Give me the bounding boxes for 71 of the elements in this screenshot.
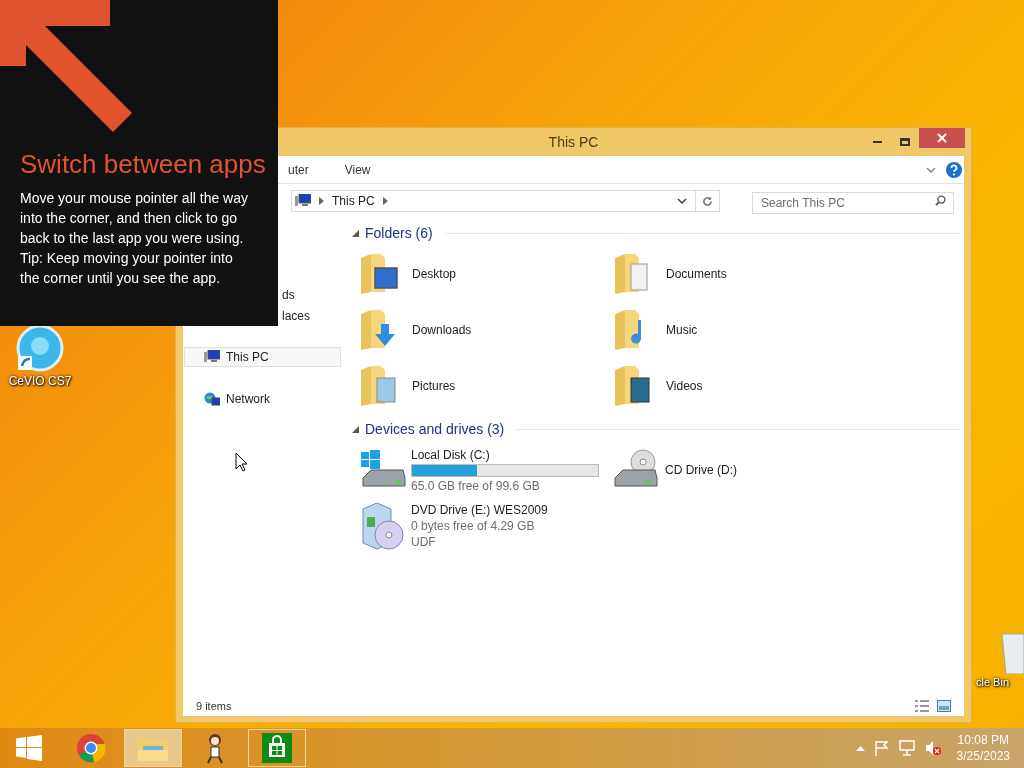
folder-tile[interactable]: Desktop <box>359 246 613 302</box>
breadcrumb-item[interactable]: This PC <box>332 192 375 210</box>
chrome-logo-icon <box>76 733 106 763</box>
nav-pane-item[interactable]: This PC <box>184 347 341 367</box>
folder-icon <box>359 364 399 408</box>
triangle-icon <box>351 425 359 433</box>
chevron-down-icon[interactable] <box>677 198 687 204</box>
ribbon-tab[interactable]: View <box>344 160 371 179</box>
folder-tile[interactable]: Music <box>613 302 960 358</box>
collapse-toggle[interactable] <box>351 425 359 433</box>
tip-title: Switch between apps <box>20 148 267 180</box>
folder-name: Pictures <box>412 378 456 395</box>
clock-time: 10:08 PM <box>957 732 1009 748</box>
ribbon-tab[interactable]: uter <box>288 160 309 179</box>
folder-tile[interactable]: Downloads <box>359 302 613 358</box>
close-icon <box>937 133 947 143</box>
close-button[interactable] <box>919 128 965 148</box>
nav-pane-item[interactable]: Network <box>184 389 341 409</box>
drive-name: Local Disk (C:) <box>411 446 491 463</box>
help-icon[interactable] <box>946 161 962 178</box>
folder-name: Music <box>666 322 698 339</box>
breadcrumb-arrow-icon[interactable] <box>319 197 324 205</box>
network-icon <box>204 392 220 406</box>
folder-name: Videos <box>666 378 703 395</box>
window-title: This PC <box>548 132 599 152</box>
folder-tile[interactable]: Documents <box>613 246 960 302</box>
computer-icon <box>204 350 220 364</box>
address-bar[interactable]: This PC <box>291 190 720 212</box>
windows-logo-icon <box>16 735 42 761</box>
store-bag-icon <box>262 733 292 763</box>
folder-name: Documents <box>666 266 727 283</box>
muted-speaker-icon[interactable] <box>924 740 941 756</box>
drive-name: DVD Drive (E:) WES2009 <box>411 502 548 518</box>
triangle-icon <box>351 229 359 237</box>
dvd-box-icon <box>359 501 407 551</box>
drive-name: CD Drive (D:) <box>665 462 737 478</box>
drive-detail: 65.0 GB free of 99.6 GB <box>411 477 541 494</box>
folder-icon <box>613 364 653 408</box>
network-status-icon[interactable] <box>898 740 915 756</box>
mouse-pointer-icon <box>235 452 248 472</box>
folder-name: Desktop <box>412 266 457 283</box>
tip-text: Move your mouse pointer all the way into the corner, and then click to go back to the last app you were using. <box>20 189 249 248</box>
drive-tile[interactable]: Local Disk (C:) 65.0 GB free of 99.6 GB <box>359 442 613 498</box>
nav-pane-item[interactable]: ds <box>280 285 298 305</box>
drive-tile[interactable]: CD Drive (D:) <box>613 442 960 498</box>
nav-pane-item[interactable]: laces <box>280 306 313 326</box>
collapse-toggle[interactable] <box>351 229 359 237</box>
taskbar-button[interactable] <box>248 729 306 767</box>
large-icons-view-icon[interactable] <box>937 700 951 712</box>
search-field[interactable]: Search This PC <box>752 192 954 214</box>
drive-detail: UDF <box>411 534 437 550</box>
drive-tile[interactable]: DVD Drive (E:) WES2009 0 bytes free of 4.29 GB UDF <box>359 498 613 554</box>
clock-date: 3/25/2023 <box>956 748 1010 764</box>
details-view-icon[interactable] <box>915 700 929 712</box>
status-text: 9 items <box>196 698 232 714</box>
folder-tile[interactable]: Videos <box>613 358 960 414</box>
folder-name: Downloads <box>412 322 472 339</box>
tip-hint: Tip: Keep moving your pointer into the corner until you see the app. <box>20 249 234 288</box>
arrow-icon <box>0 0 132 132</box>
search-icon <box>935 195 946 206</box>
section-header[interactable]: Folders (6) <box>365 222 433 244</box>
drive-detail: 0 bytes free of 4.29 GB <box>411 518 536 534</box>
folder-tile[interactable]: Pictures <box>359 358 613 414</box>
section-header[interactable]: Devices and drives (3) <box>365 418 505 440</box>
refresh-icon <box>702 195 713 207</box>
breadcrumb-arrow-icon[interactable] <box>382 197 388 205</box>
app-shortcut-icon[interactable] <box>16 324 64 372</box>
flag-icon[interactable] <box>874 740 889 756</box>
show-hidden-icons-icon[interactable] <box>855 745 865 751</box>
computer-icon <box>295 194 311 208</box>
folder-icon <box>359 252 399 296</box>
